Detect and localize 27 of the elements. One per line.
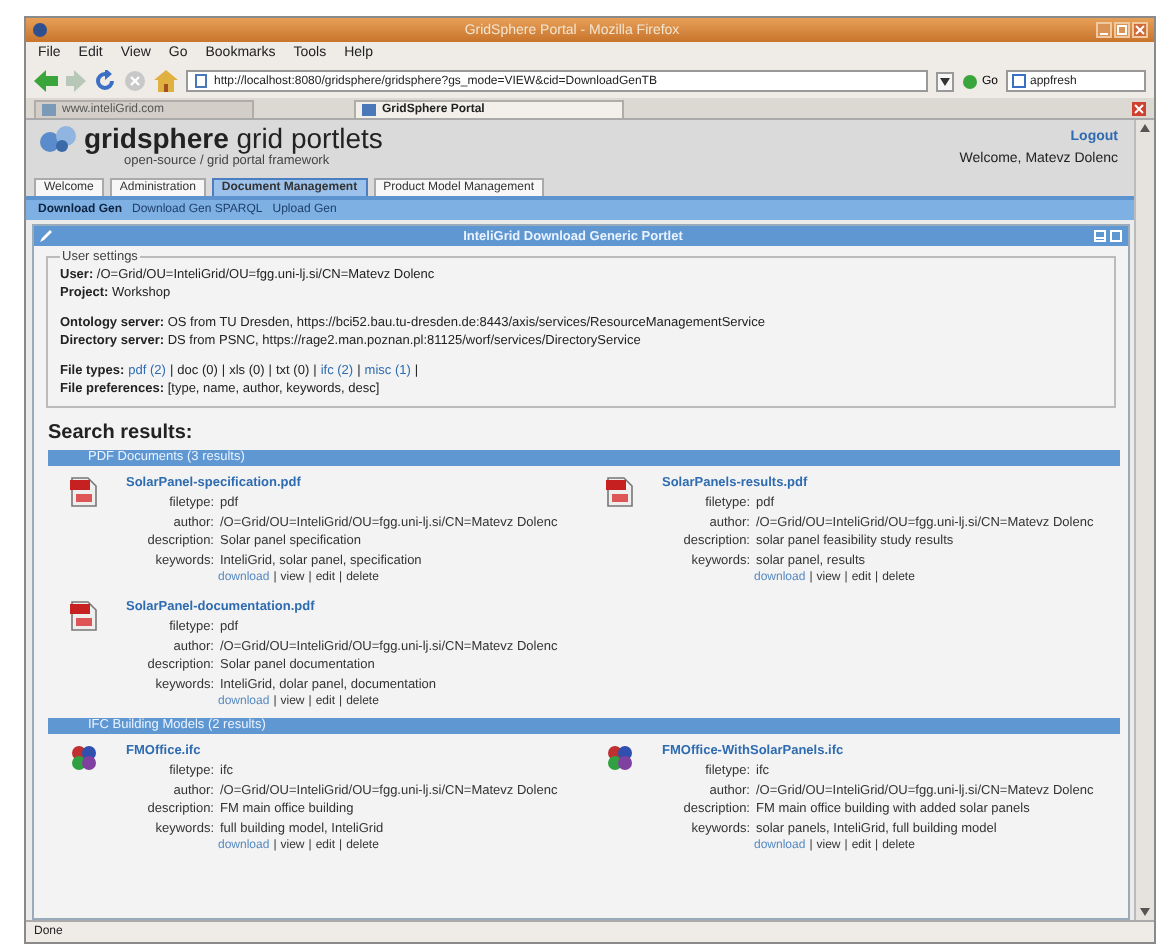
- dropdown-button[interactable]: [935, 71, 954, 91]
- colored-circles-icon: [606, 744, 634, 772]
- stop-icon[interactable]: [124, 70, 146, 92]
- reload-icon[interactable]: [94, 70, 116, 92]
- back-arrow-icon[interactable]: [34, 70, 58, 92]
- page-icon: [194, 74, 208, 88]
- pdf-file-icon: [70, 476, 98, 508]
- maximize-icon[interactable]: [1114, 22, 1130, 38]
- search-engine-icon: [1012, 74, 1026, 88]
- logo-icon: [38, 124, 78, 154]
- scroll-down-icon[interactable]: [1136, 904, 1154, 920]
- pdf-file-icon: [70, 600, 98, 632]
- globe-icon: [32, 22, 48, 38]
- close-icon[interactable]: [1132, 22, 1148, 38]
- pdf-file-icon: [606, 476, 634, 508]
- pencil-icon[interactable]: [40, 230, 52, 242]
- scrollbar[interactable]: [1134, 120, 1154, 920]
- page-icon: [42, 104, 56, 116]
- page-icon: [362, 104, 376, 116]
- home-icon[interactable]: [154, 70, 178, 92]
- portal-brand: gridsphere: [84, 122, 229, 154]
- caret-icon: [939, 77, 950, 85]
- section-heading: Search results:: [48, 422, 195, 444]
- portal-product: grid portlets: [236, 122, 383, 154]
- colored-circles-icon: [70, 744, 98, 772]
- close-tab-icon[interactable]: [1132, 102, 1146, 116]
- minimize-icon[interactable]: [1096, 22, 1112, 38]
